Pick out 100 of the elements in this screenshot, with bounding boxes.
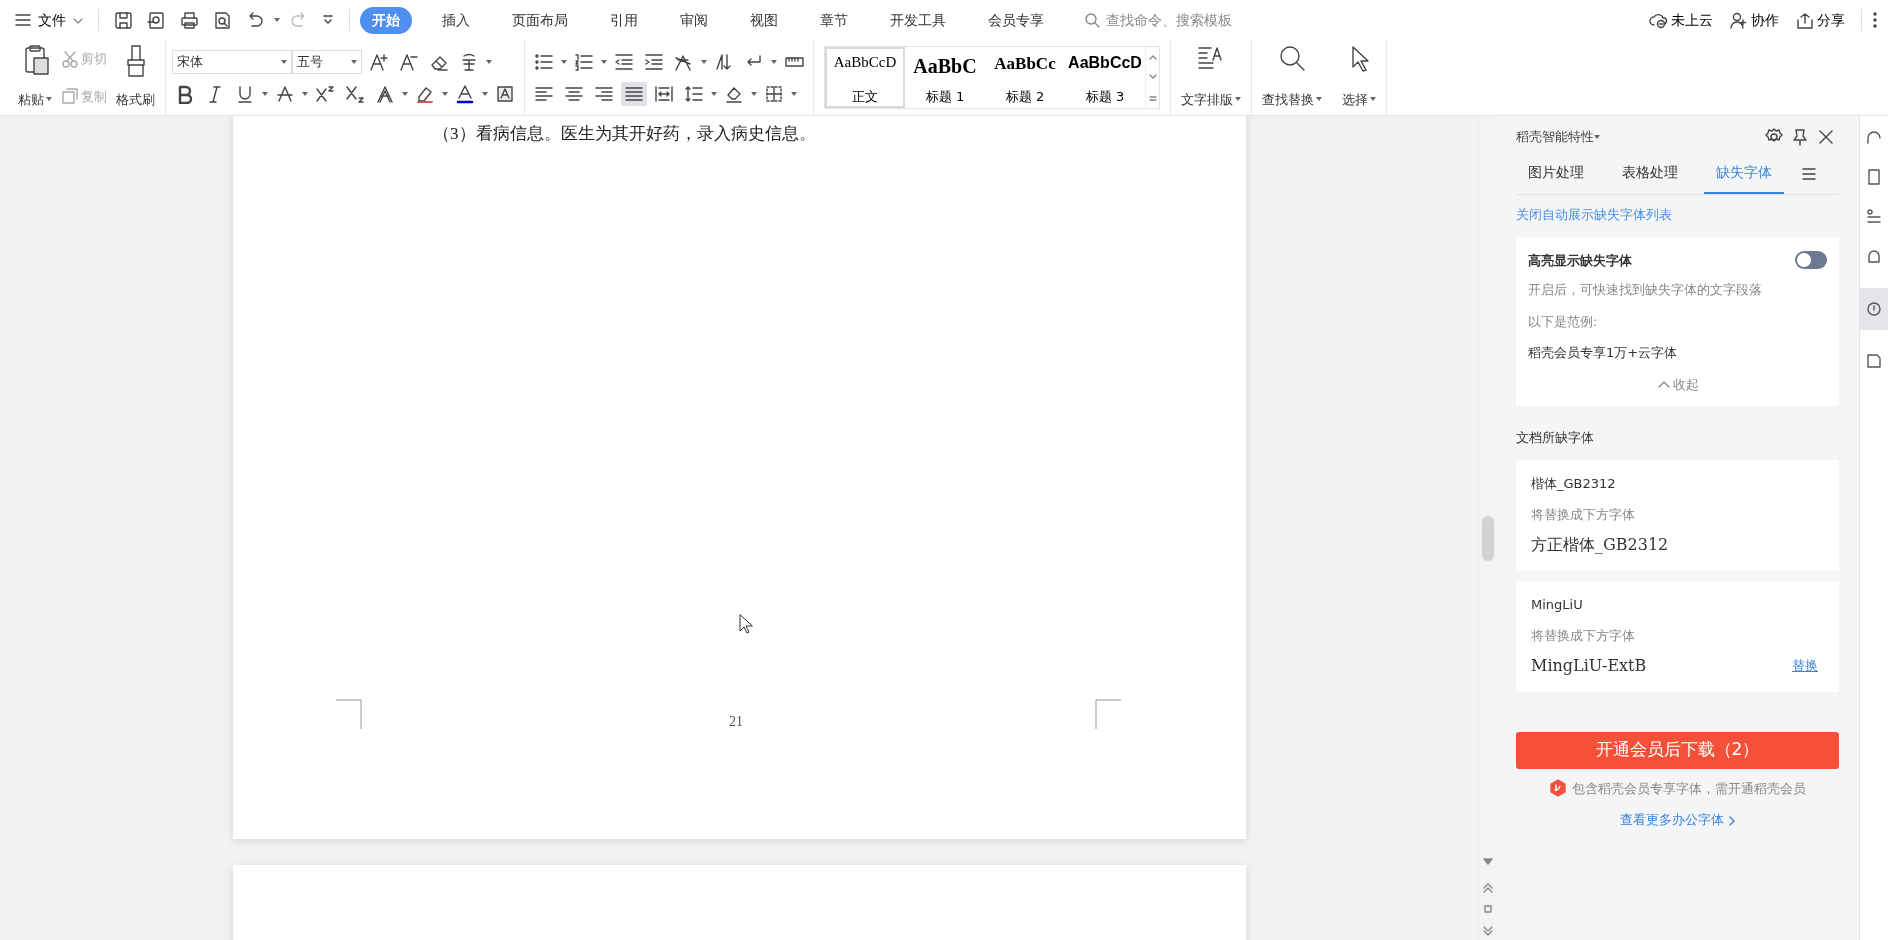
caret-icon <box>711 91 717 96</box>
strikethrough-icon <box>275 83 295 104</box>
caret-icon <box>561 59 567 64</box>
caret-icon <box>46 97 52 102</box>
save-icon <box>113 9 134 31</box>
caret-icon <box>262 91 268 96</box>
ribbon-button[interactable]: 文字排版 <box>1177 40 1245 115</box>
more-icon[interactable] <box>1872 11 1878 29</box>
ribbon-tab[interactable]: 开发工具 <box>878 6 958 34</box>
replacement-font-name: 方正楷体_GB2312 <box>1531 533 1669 556</box>
ribbon-button[interactable]: 粘贴 <box>14 40 56 115</box>
sidebar-icon[interactable] <box>1865 352 1883 370</box>
justify-button[interactable] <box>621 81 647 106</box>
caret-icon <box>791 91 797 96</box>
chevron-right-icon <box>1727 815 1736 826</box>
grow-font-icon <box>369 51 389 72</box>
panel-tab[interactable]: 缺失字体 <box>1704 154 1784 194</box>
underline-icon <box>235 83 255 104</box>
section-title: 文档所缺字体 <box>1516 429 1595 447</box>
caret-icon <box>486 59 492 64</box>
copy-icon <box>61 87 79 106</box>
ribbon-tab[interactable]: 插入 <box>430 6 482 34</box>
sidebar-icon[interactable] <box>1865 208 1883 226</box>
replace-hint: 将替换成下方字体 <box>1531 506 1636 524</box>
missing-font-name: 楷体_GB2312 <box>1531 474 1617 493</box>
font-size-field[interactable]: 五号 <box>292 49 362 74</box>
document-paragraph: （3）看病信息。医生为其开好药，录入病史信息。 <box>433 123 816 145</box>
shrink-font-icon <box>399 51 419 72</box>
caret-icon <box>302 91 308 96</box>
export-icon <box>146 9 167 31</box>
sidebar-icon[interactable] <box>1865 128 1883 146</box>
menu-icon <box>14 11 32 29</box>
caret-icon <box>1316 97 1322 102</box>
top-action-button[interactable]: 未上云 <box>1643 7 1719 33</box>
sidebar-icon[interactable] <box>1860 288 1888 330</box>
decrease-indent-icon <box>614 51 634 72</box>
previous-page-icon[interactable] <box>1482 881 1494 893</box>
top-action-button[interactable]: 协作 <box>1723 7 1785 33</box>
ribbon-tab[interactable]: 引用 <box>598 6 650 34</box>
scissors-icon <box>61 49 79 68</box>
ribbon-button[interactable]: 格式刷 <box>112 40 159 115</box>
replace-link[interactable]: 替换 <box>1792 655 1818 676</box>
example-text: 稻壳会员专享1万+云字体 <box>1528 344 1679 362</box>
caret-icon <box>442 91 448 96</box>
font-name-field[interactable]: 宋体 <box>172 49 292 74</box>
missing-font-name: MingLiU <box>1531 595 1584 614</box>
more-fonts-link[interactable]: 查看更多办公字体 <box>1516 810 1839 830</box>
caret-icon <box>771 59 777 64</box>
replace-hint: 将替换成下方字体 <box>1531 627 1636 645</box>
ribbon-tab[interactable]: 页面布局 <box>500 6 580 34</box>
ribbon-button[interactable]: 选择 <box>1338 40 1380 115</box>
line-spacing-icon <box>684 83 704 104</box>
caret-icon <box>1370 97 1376 102</box>
scrollbar-thumb[interactable] <box>1482 516 1494 561</box>
panel-tab[interactable]: 表格处理 <box>1610 154 1690 194</box>
ribbon-tab[interactable]: 章节 <box>808 6 860 34</box>
caret-icon <box>281 59 287 64</box>
caret-icon <box>274 18 280 22</box>
char-shading-icon <box>495 83 515 104</box>
panel-tab[interactable]: 图片处理 <box>1516 154 1596 194</box>
search-icon <box>1084 12 1100 28</box>
caret-icon <box>402 91 408 96</box>
bullet-list-icon <box>534 51 554 72</box>
superscript-icon <box>315 83 335 104</box>
numbered-list-icon <box>574 51 594 72</box>
sidebar-icon[interactable] <box>1865 248 1883 266</box>
caret-icon <box>1594 135 1600 139</box>
font-color-icon <box>455 83 475 104</box>
ribbon-tab[interactable]: 视图 <box>738 6 790 34</box>
phonetic-icon <box>459 51 479 72</box>
toggle-switch[interactable] <box>1795 251 1827 270</box>
next-page-icon[interactable] <box>1482 924 1494 936</box>
borders-icon <box>764 83 784 104</box>
hexagon-leaf-icon <box>1549 779 1567 798</box>
panel-title[interactable]: 稻壳智能特性 <box>1516 127 1594 147</box>
caret-icon <box>1235 97 1241 102</box>
sidebar-icon[interactable] <box>1865 168 1883 186</box>
scroll-up-icon[interactable] <box>1148 54 1157 61</box>
top-action-button[interactable]: 分享 <box>1789 7 1851 33</box>
member-notice: 包含稻壳会员专享字体，需开通稻壳会员 <box>1572 779 1806 798</box>
collapse-button[interactable]: 收起 <box>1653 372 1702 396</box>
style-option[interactable]: AaBbCcD 正文 <box>825 47 905 108</box>
search-field[interactable]: 查找命令、搜索模板 <box>1104 8 1274 32</box>
file-menu-button[interactable]: 文件 <box>10 7 88 33</box>
page-number: 21 <box>729 713 743 731</box>
share-icon <box>1795 10 1814 30</box>
person-add-icon <box>1729 10 1748 30</box>
setting-title: 高亮显示缺失字体 <box>1528 251 1632 270</box>
caret-icon <box>751 91 757 96</box>
object-browse-icon[interactable] <box>1482 903 1494 915</box>
scroll-down-icon[interactable] <box>1148 74 1157 81</box>
ribbon-tab[interactable]: 审阅 <box>668 6 720 34</box>
increase-indent-icon <box>644 51 664 72</box>
replacement-font-name: MingLiU-ExtB <box>1531 654 1647 677</box>
setting-description: 开启后，可快速找到缺失字体的文字段落 <box>1528 281 1763 299</box>
ribbon-button[interactable]: 查找替换 <box>1258 40 1326 115</box>
print-preview-icon <box>212 9 233 31</box>
ribbon-tab[interactable]: 会员专享 <box>976 6 1056 34</box>
caret-icon <box>601 59 607 64</box>
chevron-up-icon <box>1656 379 1671 390</box>
